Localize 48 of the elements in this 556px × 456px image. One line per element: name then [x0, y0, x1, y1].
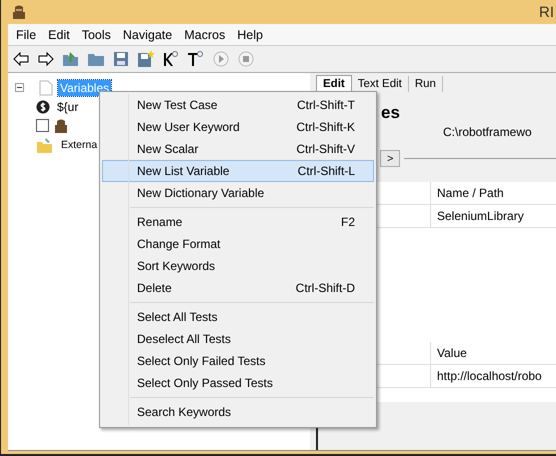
file-path: C:\robotframewo [443, 125, 532, 141]
table-cell-text: http://localhost/robo [436, 369, 542, 383]
column-header: Value [436, 346, 467, 360]
menu-item[interactable]: Rename F2 [102, 211, 374, 233]
tab[interactable]: Run [408, 76, 443, 92]
stop-icon[interactable] [237, 50, 255, 68]
menu-item[interactable]: Navigate [122, 28, 172, 42]
table-cell-text: SeleniumLibrary [436, 209, 524, 223]
menu-item[interactable]: New User Keyword Ctrl-Shift-K [102, 116, 374, 138]
menu-item[interactable]: New Dictionary Variable [102, 182, 374, 204]
menu-item[interactable]: File [16, 28, 36, 42]
menu-item[interactable]: Select Only Failed Tests [102, 350, 374, 372]
document-icon [39, 80, 53, 96]
tree-item[interactable]: Externa [59, 138, 100, 152]
menu-item[interactable]: Deselect All Tests [102, 328, 374, 350]
menu-item[interactable]: Search Keywords [102, 401, 374, 423]
folder-wrench-icon [36, 136, 54, 152]
menu-item[interactable]: New Test Case Ctrl-Shift-T [102, 94, 374, 116]
checkbox[interactable] [36, 119, 49, 132]
play-icon[interactable] [212, 50, 230, 68]
menu-item[interactable]: New Scalar Ctrl-Shift-V [102, 138, 374, 160]
editor-heading: es [381, 103, 400, 124]
menu-item[interactable]: Sort Keywords [102, 255, 374, 277]
folder-arrow-icon[interactable] [62, 50, 80, 68]
menu-item[interactable]: Change Format [102, 233, 374, 255]
menu-item[interactable]: Help [237, 28, 263, 42]
save-star-icon[interactable] [137, 50, 155, 68]
toggle-button[interactable]: > [380, 150, 400, 167]
robot-icon [54, 118, 68, 134]
menu-item[interactable]: Tools [82, 28, 111, 42]
menu-item[interactable]: Select Only Passed Tests [102, 372, 374, 394]
dollar-icon [36, 100, 50, 114]
k-search-icon[interactable] [162, 50, 180, 68]
menu-item[interactable]: Macros [184, 28, 226, 42]
menu-item[interactable]: Select All Tests [102, 306, 374, 328]
save-icon[interactable] [112, 50, 130, 68]
menu-item[interactable]: Delete Ctrl-Shift-D [102, 277, 374, 299]
right-arrow-icon[interactable] [37, 50, 55, 68]
menu-item[interactable]: Edit [48, 28, 70, 42]
column-header: Name / Path [436, 186, 504, 200]
menu-item[interactable]: New List Variable Ctrl-Shift-L [102, 160, 374, 182]
left-arrow-icon[interactable] [12, 50, 30, 68]
window-title: RI [539, 4, 554, 20]
robot-icon [11, 4, 27, 20]
t-search-icon[interactable] [187, 50, 205, 68]
collapse-toggle[interactable] [15, 83, 24, 92]
tab[interactable]: Edit [316, 75, 352, 92]
tree-item[interactable]: ${ur [55, 98, 80, 114]
